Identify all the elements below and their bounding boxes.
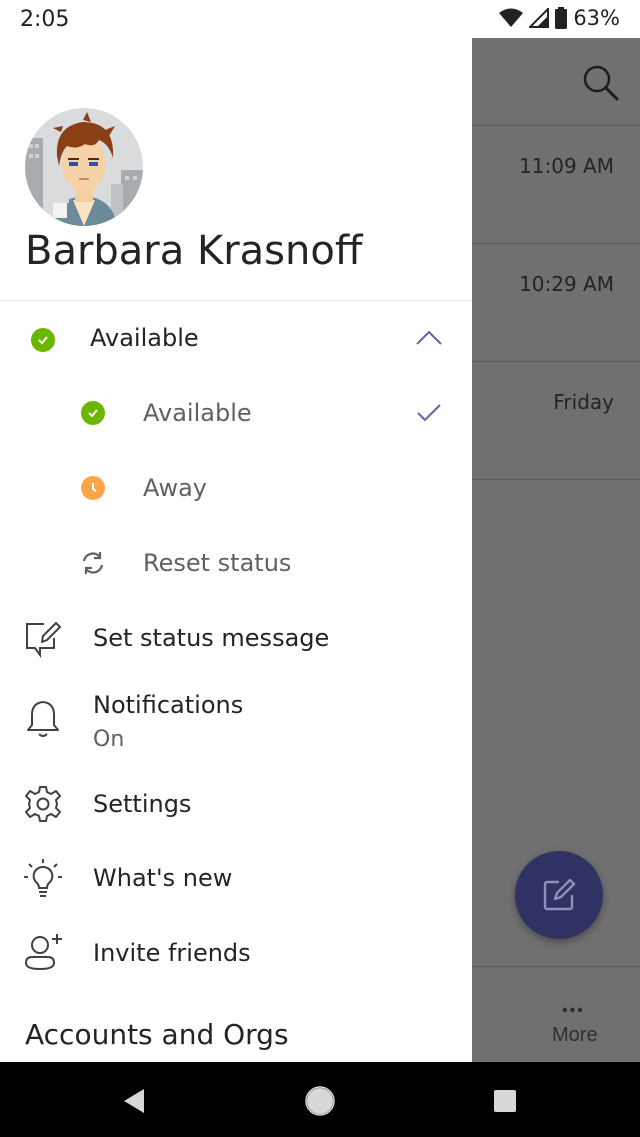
lightbulb-icon — [24, 859, 62, 897]
divider — [0, 300, 472, 301]
signal-icon — [529, 8, 550, 28]
notifications-label: Notifications — [93, 691, 244, 719]
away-clock-icon — [81, 476, 105, 500]
add-person-icon — [24, 934, 62, 971]
notifications-value: On — [93, 727, 125, 752]
presence-dropdown[interactable]: Available — [0, 310, 472, 370]
option-label: Available — [143, 399, 252, 427]
set-status-label: Set status message — [93, 624, 330, 652]
wifi-icon — [499, 8, 524, 27]
set-status-message-button[interactable]: Set status message — [0, 610, 472, 670]
background-app[interactable]: 11:09 AM 10:29 AM Friday ••• More — [472, 38, 640, 1062]
back-icon[interactable] — [122, 1088, 146, 1114]
avatar-image — [25, 108, 143, 226]
user-name: Barbara Krasnoff — [25, 228, 363, 274]
system-nav-bar — [0, 1062, 640, 1137]
compose-icon — [543, 878, 576, 911]
chat-row[interactable]: 10:29 AM — [472, 244, 640, 362]
search-icon[interactable] — [582, 64, 620, 102]
chevron-up-icon — [416, 330, 442, 345]
reset-status-button[interactable]: Reset status — [0, 535, 472, 595]
settings-label: Settings — [93, 790, 192, 818]
battery-icon — [555, 7, 568, 29]
presence-option-available[interactable]: Available — [0, 385, 472, 445]
chat-time: 11:09 AM — [519, 154, 614, 178]
avatar[interactable] — [25, 108, 143, 226]
more-tab[interactable]: ••• More — [472, 966, 640, 1062]
chat-time: 10:29 AM — [519, 272, 614, 296]
option-label: Away — [143, 474, 207, 502]
notifications-button[interactable]: Notifications On — [0, 683, 472, 763]
presence-option-away[interactable]: Away — [0, 460, 472, 520]
battery-percent: 63% — [573, 6, 620, 30]
chat-row[interactable]: Friday — [472, 362, 640, 480]
bell-icon — [27, 701, 59, 737]
chat-time: Friday — [553, 390, 614, 414]
gear-icon — [25, 786, 61, 822]
navigation-drawer: Barbara Krasnoff Available Available Awa… — [0, 38, 472, 1062]
reset-status-label: Reset status — [143, 549, 292, 577]
whats-new-button[interactable]: What's new — [0, 850, 472, 910]
invite-friends-label: Invite friends — [93, 939, 251, 967]
chat-row[interactable]: 11:09 AM — [472, 126, 640, 244]
presence-label: Available — [90, 324, 199, 352]
available-status-icon — [81, 401, 105, 425]
home-icon[interactable] — [305, 1086, 335, 1116]
new-chat-button[interactable] — [515, 851, 603, 939]
more-label: More — [552, 1024, 598, 1046]
background-header — [472, 38, 640, 126]
status-bar: 2:05 63% — [0, 0, 640, 38]
accounts-heading: Accounts and Orgs — [25, 1018, 289, 1051]
invite-friends-button[interactable]: Invite friends — [0, 925, 472, 985]
recents-icon[interactable] — [493, 1089, 517, 1113]
refresh-icon — [82, 552, 104, 574]
whats-new-label: What's new — [93, 864, 233, 892]
status-message-icon — [26, 622, 61, 658]
check-icon — [417, 404, 441, 422]
more-dots-icon: ••• — [562, 1002, 585, 1019]
clock: 2:05 — [20, 7, 70, 32]
available-status-icon — [31, 328, 55, 352]
settings-button[interactable]: Settings — [0, 776, 472, 836]
